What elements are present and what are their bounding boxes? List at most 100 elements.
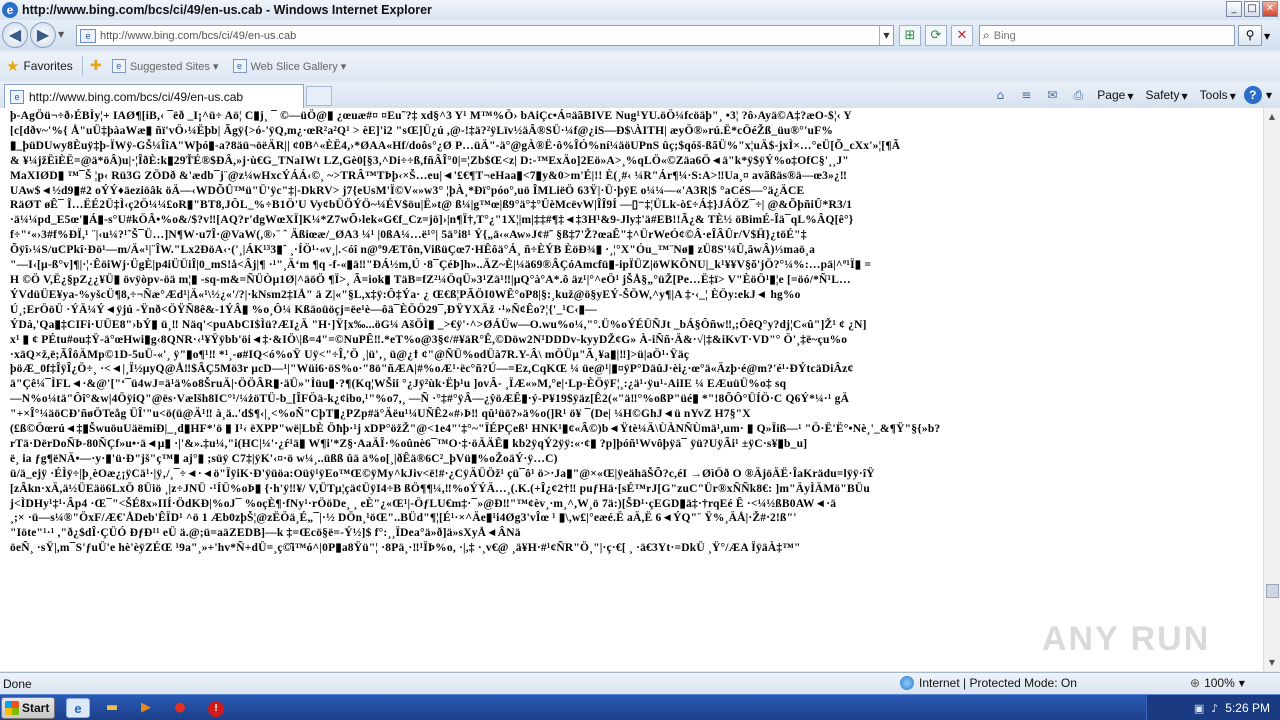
title-bar: e http://www.bing.com/bcs/ci/49/en-us.ca… [0, 0, 1280, 20]
taskbar-stop-icon[interactable]: ! [204, 698, 228, 718]
favorites-button[interactable]: ★ Favorites [0, 54, 79, 78]
content-line: þöÆ_0f‡ÎÿÎ¿Ö÷¸ ·<◄|¸Ï½µyQ@Å‼$ÂÇ5Mö3r µcD… [10, 363, 854, 376]
content-line: ÝVdüÜE¥ya-%yšcÜ¶8,÷¬Ñæ°Æd¹|Ä«¹\½¿«'/?|·k… [10, 288, 801, 301]
tools-menu[interactable]: Tools ▼ [1196, 88, 1240, 102]
minimize-button[interactable]: _ [1226, 1, 1242, 17]
status-text: Done [3, 676, 32, 691]
content-line: (£ß©Öœrú◄‡▮ŠwuöuUäëmiÐ|_¸d▮HF*'ö ▮ I¹‹ ë… [10, 423, 941, 436]
tab-command-bar: e http://www.bing.com/bcs/ci/49/en-us.ca… [0, 82, 1280, 108]
tab-label: http://www.bing.com/bcs/ci/49/en-us.cab [29, 89, 244, 104]
divider [81, 56, 83, 76]
close-button[interactable]: ✕ [1262, 1, 1278, 17]
help-dropdown-icon[interactable]: ▼ [1266, 91, 1272, 100]
stop-icon: ✕ [956, 28, 968, 43]
content-line: ü/ä_ejÿ ·ÉÌÿ÷|þ¸èOæ¿¡ÿCä¹·|ÿ‚/¸¯÷◄·◄ö"Ïÿ… [10, 467, 875, 480]
content-line: ä"Çê¼¯ÌFL◄·&@'["‘¯ü4wJ=ä¹ä%o8ŠruÄ|·ÖÖÂR▮… [10, 378, 787, 391]
zoom-control[interactable]: ⊕ 100% ▼ [1190, 676, 1245, 690]
web-slice-gallery-icon: e [232, 59, 247, 73]
read-mail-icon[interactable]: ✉ [1041, 85, 1063, 105]
feeds-icon[interactable]: ≡ [1015, 85, 1037, 105]
content-line: f÷"‘«›3#f%ÐÏ,¹ ¨|‹u¼?¹˜Š¯Ü…]N¶W·u7Î·@VaW… [10, 229, 807, 242]
content-line: j<ÌDHy¹‡¹·Âp4 ·Œ¯"<ŠÉ8x»IIÍ·ÖdKÐ|%oJ¯ %o… [10, 497, 837, 510]
address-dropdown-icon[interactable]: ▼ [879, 26, 893, 45]
chevron-down-icon: ▼ [1127, 92, 1134, 101]
content-line: ▮_þüDUwy8Èuÿ‡þ-ÏWÿ-GŠ¼ÎîA"Wþó▮-a?8äü¬öëÄ… [10, 139, 901, 152]
content-line: þ-AgÖü¬÷ð›ÉBÌy¦+ IAØ¶[iB,‹ ¯ëð _I¡^ü÷ Aö… [10, 110, 852, 122]
home-icon[interactable]: ⌂ [989, 85, 1011, 105]
taskbar-media-player-icon[interactable]: ▶ [134, 698, 158, 718]
compatibility-view-button[interactable]: ⊞ [899, 25, 921, 46]
recent-pages-dropdown[interactable]: ▼ [58, 30, 64, 39]
compatibility-view-icon: ⊞ [904, 28, 916, 43]
refresh-button[interactable]: ⟳ [925, 25, 947, 46]
search-input[interactable] [993, 29, 1214, 42]
binary-text-content: þ-AgÖü¬÷ð›ÉBÌy¦+ IAØ¶[iB,‹ ¯ëð _I¡^ü÷ Aö… [0, 108, 1263, 556]
page-icon: e [80, 28, 96, 43]
web-slice-gallery-link[interactable]: e Web Slice Gallery ▾ [232, 59, 346, 73]
search-options-dropdown[interactable]: ▼ [1264, 32, 1270, 41]
print-icon[interactable]: ⎙ [1067, 85, 1089, 105]
taskbar-chrome-icon[interactable]: ● [168, 698, 192, 718]
security-zone[interactable]: Internet | Protected Mode: On [900, 676, 1077, 690]
content-line: H ©Ö V,Ë¿§pZ¿¿¥Ü▮ övÿòpv-öä m¦▮ -sq-m&=Ñ… [10, 273, 851, 286]
content-line: "—I‹[µ-ß°v]¶|·¦·ÊöiWj·ÜgÈ|p4iÜÜiÎ|0_mS!å… [10, 259, 872, 272]
bing-search-provider-icon: ⌕ [983, 28, 990, 42]
clock: 5:26 PM [1225, 701, 1270, 715]
volume-icon[interactable]: ♪ [1211, 702, 1218, 715]
zone-label: Internet | Protected Mode: On [919, 676, 1077, 690]
search-button[interactable]: ⚲ [1238, 25, 1262, 46]
chevron-down-icon: ▼ [1181, 92, 1188, 101]
search-box[interactable]: ⌕ [979, 25, 1235, 46]
stop-button[interactable]: ✕ [951, 25, 973, 46]
window-controls: _ □ ✕ [1226, 1, 1278, 17]
refresh-icon: ⟳ [930, 28, 942, 43]
content-line: öeÑ¸ ·sŸ|,m¯S'ƒuÜ'e hè'èÿZÉŒ ¹9a"¸»+'hv*… [10, 542, 801, 555]
chevron-down-icon: ▼ [1238, 678, 1245, 688]
scroll-thumb[interactable] [1266, 584, 1279, 598]
favorites-star-icon: ★ [6, 57, 20, 75]
address-url[interactable]: http://www.bing.com/bcs/ci/49/en-us.cab [100, 30, 879, 42]
content-line: —N%o¼tä"Ôî°&w|4ÖÿiQ"@ës·Vælšh8IC°¹/¼żöTÜ… [10, 393, 850, 406]
favorites-label: Favorites [23, 59, 73, 73]
system-tray: ▣ ♪ 5:26 PM [1146, 695, 1280, 720]
scroll-up-icon[interactable]: ▲ [1264, 108, 1280, 125]
taskbar-explorer-icon[interactable]: ▬ [100, 698, 124, 718]
forward-button[interactable]: ▶ [30, 22, 56, 48]
safety-menu[interactable]: Safety ▼ [1141, 88, 1191, 102]
page-menu[interactable]: Page ▼ [1093, 88, 1137, 102]
content-line: x¹ ▮ ¢ PÉtu#ou‡Ÿ-ä°œHwi▮g‹8QNR·‹¹¥Ÿÿbb'ö… [10, 333, 848, 346]
command-bar: ⌂ ≡ ✉ ⎙ Page ▼ Safety ▼ Tools ▼ ? ▼ [989, 85, 1272, 105]
start-label: Start [22, 701, 50, 715]
vertical-scrollbar[interactable]: ▲ ▼ [1263, 108, 1280, 671]
content-line: MaXIØD▮ ™¯Š ¦p‹ Rü3G ZÖDð &'ædb¯j¨@z¼wHx… [10, 169, 848, 182]
maximize-button[interactable]: □ [1244, 1, 1260, 17]
page-menu-label: Page [1097, 88, 1126, 102]
help-icon[interactable]: ? [1243, 86, 1262, 104]
back-button[interactable]: ◀ [2, 22, 28, 48]
tab-page-icon: e [10, 89, 24, 104]
scroll-down-icon[interactable]: ▼ [1264, 654, 1280, 671]
ie-app-icon: e [2, 2, 18, 18]
content-line: & ¥¼jžËìÈË=@ä*öÂ)u|·¦ÎðÈ:k▮29ŤÉ®$ÐÂ,»j·ù… [10, 154, 849, 167]
add-to-favorites-bar-icon[interactable]: ✚ [86, 58, 106, 74]
content-line: ¸;× ·ü—s¼®"ÖxF/Æ€'ÅDeb'ÊÏD¹ ^ö 1 Æb0zþŠ¦… [10, 512, 797, 525]
favorites-bar: ★ Favorites ✚ e Suggested Sites ▾ e Web … [0, 52, 1280, 80]
tools-menu-label: Tools [1199, 88, 1228, 102]
safety-menu-label: Safety [1145, 88, 1180, 102]
zoom-icon: ⊕ [1190, 676, 1201, 690]
address-bar[interactable]: e http://www.bing.com/bcs/ci/49/en-us.ca… [76, 25, 894, 46]
suggested-sites-label: Suggested Sites ▾ [129, 60, 219, 73]
suggested-sites-link[interactable]: e Suggested Sites ▾ [111, 59, 219, 73]
content-line: ·xäQ×ž,ë;ÃÎôÄMp©1D-5uÜ-«'¸ ÿ"▮o¶¹‼ *¹¸-ø… [10, 348, 690, 361]
content-line: Ú¸;ErÖöÜ ·ÝÄ¼Ý◄ÿjú -Ÿnð<ÖŸÑ8ê&-1ÝÂ▮ %o¸Ô… [10, 303, 597, 316]
window-title: http://www.bing.com/bcs/ci/49/en-us.cab … [22, 3, 432, 17]
zoom-level: 100% [1204, 676, 1235, 690]
network-icon[interactable]: ▣ [1194, 702, 1204, 715]
suggested-sites-icon: e [111, 59, 126, 73]
new-tab-button[interactable] [306, 86, 332, 106]
chevron-down-icon: ▼ [1229, 92, 1236, 101]
start-button[interactable]: Start [1, 697, 55, 719]
content-line: ·ä¼¼pd_E5œ'▮Á▮-s°U#kÖÂ•%o&/$?v‼[AQ?r'dgW… [10, 214, 854, 227]
taskbar-ie-icon[interactable]: e [66, 698, 90, 718]
tab-active[interactable]: e http://www.bing.com/bcs/ci/49/en-us.ca… [4, 84, 304, 108]
